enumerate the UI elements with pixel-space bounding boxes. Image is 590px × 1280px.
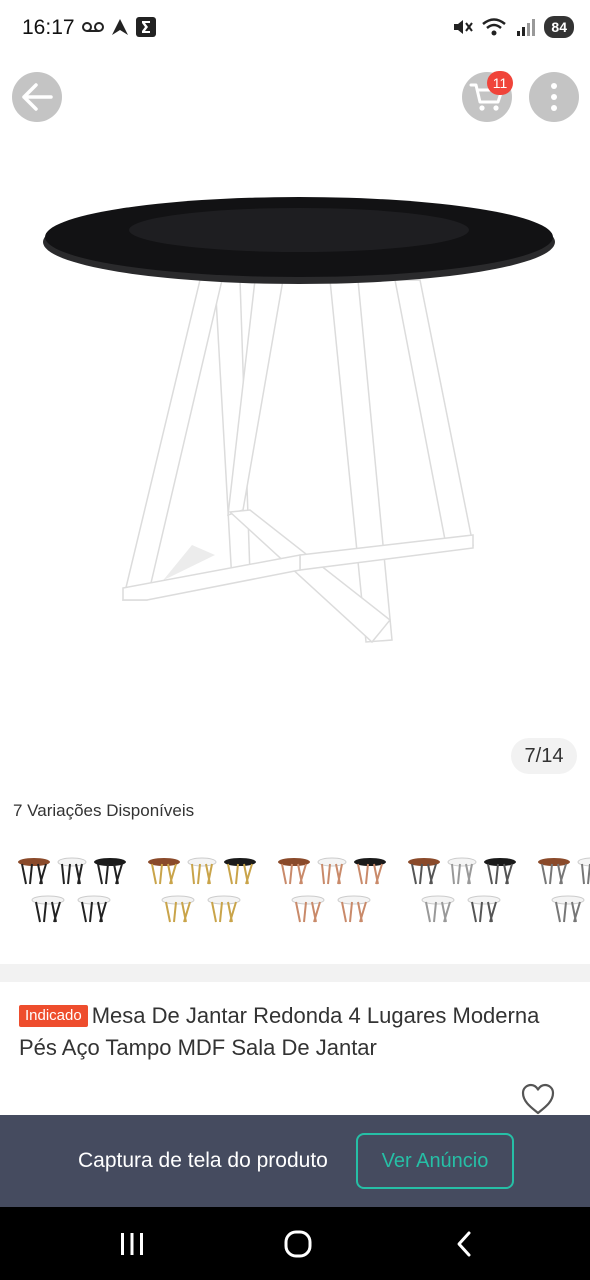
- voicemail-icon: [82, 22, 104, 32]
- back-button[interactable]: [12, 72, 62, 122]
- product-page: 16:17 84 11 7/14 7 Variações Disponíveis…: [0, 0, 590, 1280]
- home-icon: [284, 1230, 312, 1258]
- recommended-badge: Indicado: [19, 1005, 88, 1027]
- status-time: 16:17: [22, 16, 75, 39]
- image-counter: 7/14: [511, 738, 577, 774]
- home-button[interactable]: [270, 1227, 326, 1261]
- mute-icon: [454, 20, 474, 34]
- table-illustration: [43, 197, 555, 644]
- product-title: Mesa De Jantar Redonda 4 Lugares Moderna…: [19, 1003, 540, 1060]
- screenshot-banner: Captura de tela do produto Ver Anúncio: [0, 1115, 590, 1207]
- back-nav-button[interactable]: [436, 1227, 492, 1261]
- product-title-block: Indicado Mesa De Jantar Redonda 4 Lugares…: [19, 1000, 559, 1064]
- sigma-app-icon: [136, 17, 156, 37]
- recent-apps-icon: [121, 1233, 143, 1255]
- arrow-left-icon: [22, 83, 53, 111]
- system-nav-bar: [0, 1207, 590, 1280]
- banner-text: Captura de tela do produto: [78, 1149, 328, 1172]
- battery-indicator: 84: [544, 16, 574, 38]
- status-bar: 16:17 84: [0, 0, 590, 58]
- more-vertical-icon: [551, 83, 557, 111]
- signal-icon: [517, 19, 536, 36]
- variations-label: 7 Variações Disponíveis: [13, 801, 195, 820]
- variation-thumbnail[interactable]: [272, 848, 392, 936]
- wifi-icon: [482, 18, 507, 36]
- cart-count-badge: 11: [487, 71, 513, 95]
- arrow-app-icon: [112, 19, 128, 35]
- chevron-left-icon: [457, 1231, 471, 1257]
- section-divider: [0, 964, 590, 982]
- variation-thumbnail[interactable]: [532, 848, 590, 936]
- view-ad-button[interactable]: Ver Anúncio: [356, 1133, 514, 1189]
- more-options-button[interactable]: [529, 72, 579, 122]
- variation-thumbnails: [12, 848, 590, 938]
- variation-thumbnail[interactable]: [402, 848, 522, 936]
- variation-thumbnail[interactable]: [142, 848, 262, 936]
- status-right-icons: 84: [452, 16, 574, 38]
- status-left-icons: [82, 17, 156, 37]
- variation-thumbnail[interactable]: [12, 848, 132, 936]
- recent-apps-button[interactable]: [104, 1227, 160, 1261]
- favorite-heart-icon[interactable]: [520, 1082, 556, 1116]
- product-image[interactable]: [0, 150, 590, 780]
